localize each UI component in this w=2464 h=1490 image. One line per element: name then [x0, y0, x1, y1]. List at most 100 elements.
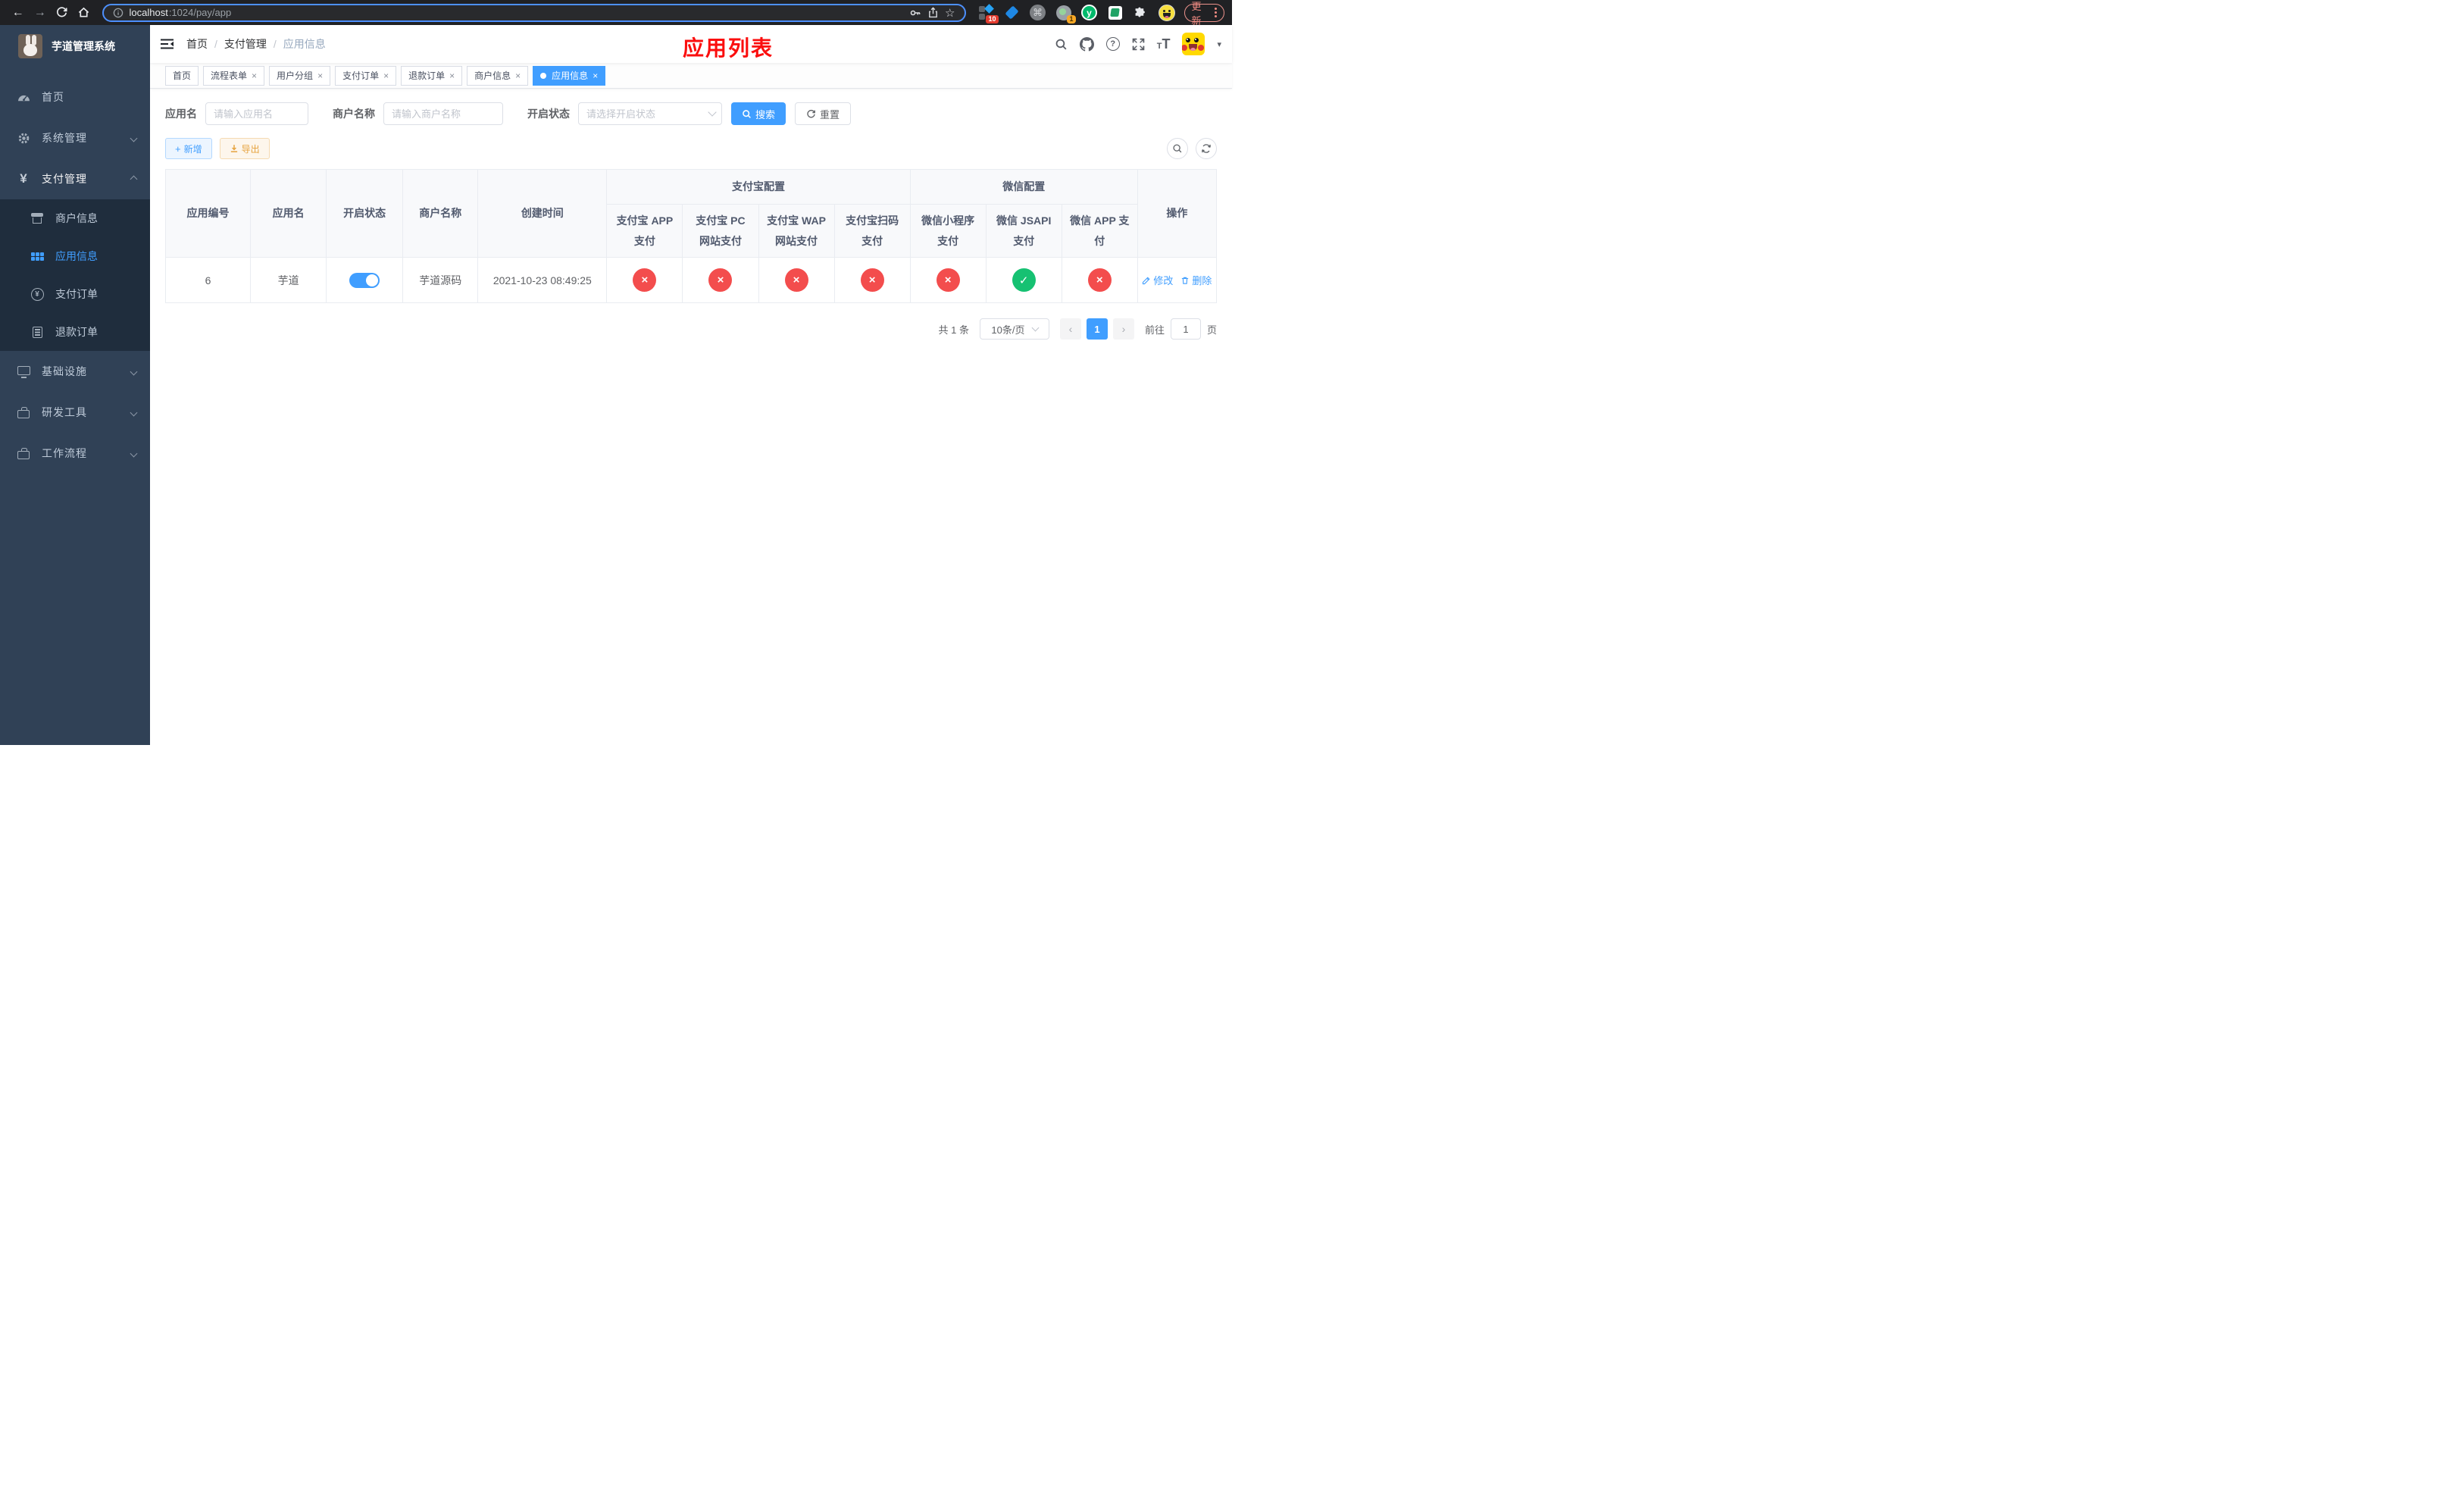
update-button[interactable]: 更新: [1184, 1, 1224, 27]
status-select[interactable]: [578, 102, 722, 125]
sidebar-item-system[interactable]: 系统管理: [0, 117, 150, 158]
caret-down-icon[interactable]: ▾: [1217, 39, 1221, 49]
delete-link[interactable]: 删除: [1180, 273, 1212, 287]
prev-page-button[interactable]: ‹: [1059, 318, 1081, 340]
sidebar-item-merchant-info[interactable]: 商户信息: [0, 199, 150, 237]
refresh-table-button[interactable]: [1196, 138, 1217, 159]
back-icon[interactable]: ←: [8, 2, 28, 23]
fullscreen-icon[interactable]: [1132, 38, 1145, 51]
extension-icon-command[interactable]: ⌘: [1030, 5, 1046, 21]
tab-home[interactable]: 首页: [165, 65, 199, 86]
extension-icon-kite[interactable]: [1004, 5, 1021, 21]
profile-avatar-emoji[interactable]: [1158, 4, 1175, 21]
merchant-name-input[interactable]: [383, 102, 503, 125]
extension-icon-diamond[interactable]: 10: [978, 3, 999, 23]
sidebar-item-label: 首页: [42, 91, 64, 103]
extension-icon-recorder[interactable]: 1: [1055, 5, 1076, 23]
status-select-input[interactable]: [578, 102, 722, 125]
grid-icon: [30, 252, 44, 261]
bookmark-star-icon[interactable]: ☆: [945, 6, 955, 20]
share-icon[interactable]: [927, 7, 939, 18]
sidebar-item-label: 支付管理: [42, 173, 87, 185]
update-label: 更新: [1191, 0, 1202, 27]
app-name-input[interactable]: [205, 102, 308, 125]
toggle-search-button[interactable]: [1167, 138, 1188, 159]
close-icon[interactable]: ×: [449, 70, 455, 81]
font-size-icon[interactable]: TT: [1157, 37, 1171, 51]
search-button[interactable]: 搜索: [731, 102, 786, 125]
sidebar-item-refund-order[interactable]: 退款订单: [0, 313, 150, 351]
col-alipay-app: 支付宝 APP 支付: [606, 204, 683, 258]
current-page-button[interactable]: 1: [1086, 318, 1108, 340]
col-enabled: 开启状态: [326, 169, 404, 258]
col-operations: 操作: [1137, 169, 1218, 258]
sidebar-fold-icon[interactable]: [161, 38, 174, 50]
breadcrumb-payment[interactable]: 支付管理: [224, 36, 267, 52]
export-button-label: 导出: [241, 143, 260, 155]
col-wechat-mini: 微信小程序支付: [909, 204, 987, 258]
tab-user-group[interactable]: 用户分组 ×: [269, 65, 331, 86]
tab-app-info[interactable]: 应用信息 ×: [533, 65, 606, 86]
close-icon[interactable]: ×: [252, 70, 257, 81]
reset-button[interactable]: 重置: [795, 102, 852, 125]
sidebar-item-label: 工作流程: [42, 447, 87, 459]
payment-submenu: 商户信息 应用信息 ¥ 支付订单 退款订单: [0, 199, 150, 351]
sidebar-item-pay-order[interactable]: ¥ 支付订单: [0, 275, 150, 313]
export-button[interactable]: 导出: [219, 138, 270, 159]
edit-link[interactable]: 修改: [1142, 273, 1173, 287]
shop-icon: [30, 213, 44, 224]
kebab-menu-icon[interactable]: [1214, 8, 1217, 17]
extension-icon-green-square[interactable]: [1107, 5, 1124, 21]
breadcrumb-home[interactable]: 首页: [186, 36, 208, 52]
app-logo: [18, 34, 42, 58]
apps-table: 应用编号 应用名 开启状态 商户名称 创建时间 支付宝配置 微信配置 操作 支付…: [164, 169, 1218, 303]
password-key-icon[interactable]: [909, 7, 921, 19]
sidebar-item-infrastructure[interactable]: 基础设施: [0, 351, 150, 392]
info-icon[interactable]: [113, 8, 124, 18]
sidebar-item-workflow[interactable]: 工作流程: [0, 433, 150, 474]
download-icon: [230, 145, 237, 152]
close-icon[interactable]: ×: [515, 70, 521, 81]
extension-icon-yuque[interactable]: y: [1081, 5, 1098, 21]
home-icon[interactable]: [73, 2, 94, 23]
tab-process-form[interactable]: 流程表单 ×: [203, 65, 265, 86]
app-logo-row[interactable]: 芋道管理系统: [0, 25, 150, 67]
close-icon[interactable]: ×: [383, 70, 389, 81]
tab-merchant-info[interactable]: 商户信息 ×: [467, 65, 529, 86]
alipay-app-status-icon: ×: [633, 268, 657, 292]
sidebar-item-label: 应用信息: [55, 250, 98, 262]
avatar[interactable]: [1182, 33, 1205, 55]
enabled-toggle[interactable]: [349, 272, 380, 288]
sidebar-item-app-info[interactable]: 应用信息: [0, 237, 150, 275]
search-icon[interactable]: [1055, 38, 1068, 51]
tab-pay-order[interactable]: 支付订单 ×: [335, 65, 397, 86]
goto-page-input[interactable]: [1170, 318, 1201, 340]
page-size-select[interactable]: 10条/页: [979, 318, 1049, 340]
page-annotation-title: 应用列表: [683, 36, 774, 60]
col-alipay-qr: 支付宝扫码支付: [833, 204, 911, 258]
sidebar-item-home[interactable]: 首页: [0, 77, 150, 117]
browser-toolbar: ← → localhost:1024/pay/app ☆ 10 ⌘ 1 y 更…: [0, 0, 1232, 27]
group-alipay-config: 支付宝配置: [606, 169, 911, 205]
chevron-down-icon: [130, 408, 138, 416]
sidebar-item-payment[interactable]: ¥ 支付管理: [0, 158, 150, 199]
extensions-puzzle-icon[interactable]: [1133, 5, 1149, 21]
github-icon[interactable]: [1079, 36, 1094, 52]
forward-icon[interactable]: →: [30, 2, 50, 23]
col-app-id: 应用编号: [164, 169, 252, 258]
sidebar-item-dev-tools[interactable]: 研发工具: [0, 392, 150, 433]
edit-pencil-icon: [1143, 276, 1150, 284]
tab-label: 用户分组: [277, 70, 314, 81]
close-icon[interactable]: ×: [317, 70, 323, 81]
reload-icon[interactable]: [52, 2, 72, 23]
tab-refund-order[interactable]: 退款订单 ×: [401, 65, 463, 86]
reset-button-label: 重置: [820, 108, 840, 121]
coin-icon: ¥: [30, 287, 44, 301]
add-button[interactable]: + 新增: [165, 138, 212, 159]
help-icon[interactable]: ?: [1105, 37, 1120, 51]
tab-label: 退款订单: [408, 70, 446, 81]
url-bar[interactable]: localhost:1024/pay/app ☆: [102, 3, 966, 22]
cell-merchant: 芋道源码: [402, 257, 479, 303]
next-page-button[interactable]: ›: [1112, 318, 1134, 340]
close-icon[interactable]: ×: [593, 70, 598, 81]
